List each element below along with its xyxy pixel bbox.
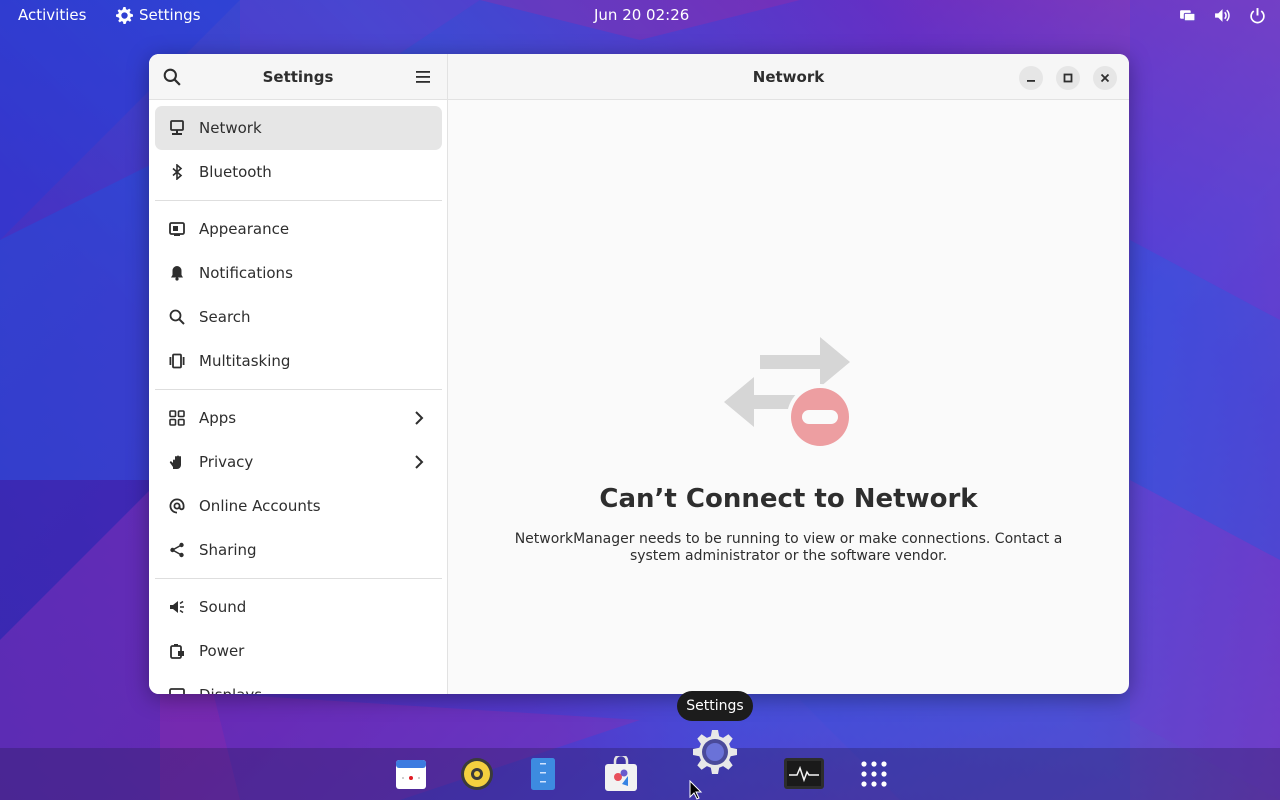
maximize-button[interactable]	[1056, 66, 1080, 90]
sidebar-item-notifications[interactable]: Notifications	[155, 251, 442, 295]
dock-tooltip: Settings	[677, 691, 753, 721]
display-icon	[169, 687, 185, 694]
sidebar-item-bluetooth[interactable]: Bluetooth	[155, 150, 442, 194]
hamburger-menu-icon[interactable]	[415, 69, 431, 85]
sidebar-item-search[interactable]: Search	[155, 295, 442, 339]
sidebar: Settings Network Bluetooth Appearance No…	[149, 54, 448, 694]
top-bar: Activities Settings Jun 20 02:26	[0, 0, 1280, 32]
sidebar-title: Settings	[262, 68, 334, 86]
appearance-icon	[169, 221, 185, 237]
network-disconnected-icon	[724, 337, 853, 450]
sidebar-item-sharing[interactable]: Sharing	[155, 528, 442, 572]
sidebar-item-label: Notifications	[199, 264, 293, 282]
content-header: Network	[448, 54, 1129, 100]
sidebar-item-label: Appearance	[199, 220, 290, 238]
sidebar-item-label: Sharing	[199, 541, 257, 559]
sidebar-item-displays[interactable]: Displays	[155, 673, 442, 694]
hand-icon	[169, 454, 185, 470]
sidebar-item-label: Sound	[199, 598, 247, 616]
sidebar-item-label: Search	[199, 308, 251, 326]
sidebar-item-label: Bluetooth	[199, 163, 272, 181]
power-icon	[1250, 8, 1265, 24]
settings-window: Settings Network Bluetooth Appearance No…	[149, 54, 1129, 694]
status-description: NetworkManager needs to be running to vi…	[514, 531, 1063, 564]
software-app-icon[interactable]	[603, 756, 639, 792]
sidebar-separator	[155, 578, 442, 579]
app-name-label: Settings	[139, 6, 201, 24]
settings-app-icon[interactable]	[685, 722, 745, 782]
apps-grid-icon	[169, 410, 185, 426]
dock	[0, 748, 1280, 800]
sidebar-header: Settings	[149, 54, 447, 100]
sidebar-list: Network Bluetooth Appearance Notificatio…	[155, 106, 442, 694]
sidebar-separator	[155, 200, 442, 201]
sidebar-item-online-accounts[interactable]: Online Accounts	[155, 484, 442, 528]
search-icon	[169, 309, 185, 325]
sidebar-item-privacy[interactable]: Privacy	[155, 440, 442, 484]
app-menu-button[interactable]: Settings	[116, 6, 201, 24]
chevron-right-icon	[415, 455, 424, 469]
battery-icon	[169, 643, 185, 659]
sidebar-item-apps[interactable]: Apps	[155, 396, 442, 440]
sidebar-separator	[155, 389, 442, 390]
volume-icon	[1215, 9, 1230, 22]
mouse-cursor-icon	[689, 780, 703, 800]
sidebar-item-label: Privacy	[199, 453, 254, 471]
sidebar-item-label: Multitasking	[199, 352, 291, 370]
rhythmbox-app-icon[interactable]	[459, 756, 495, 792]
clock[interactable]: Jun 20 02:26	[594, 6, 689, 24]
status-title: Can’t Connect to Network	[599, 484, 978, 514]
minimize-button[interactable]	[1019, 66, 1043, 90]
activities-button[interactable]: Activities	[18, 6, 86, 24]
network-icon	[1180, 10, 1196, 22]
speaker-icon	[169, 599, 185, 615]
chevron-right-icon	[415, 411, 424, 425]
multitasking-icon	[169, 353, 185, 369]
maximize-icon	[1063, 73, 1073, 83]
system-tray[interactable]	[1179, 7, 1266, 24]
at-sign-icon	[169, 498, 185, 514]
sidebar-item-label: Online Accounts	[199, 497, 321, 515]
sidebar-item-label: Displays	[199, 686, 262, 694]
network-wired-icon	[169, 120, 185, 136]
sidebar-item-label: Network	[199, 119, 262, 137]
show-apps-grid-icon[interactable]	[856, 756, 892, 792]
gear-icon	[116, 6, 133, 24]
close-icon	[1100, 73, 1110, 83]
system-monitor-app-icon[interactable]	[783, 756, 825, 792]
bluetooth-icon	[169, 164, 185, 180]
sidebar-item-network[interactable]: Network	[155, 106, 442, 150]
network-content: Can’t Connect to Network NetworkManager …	[448, 100, 1129, 694]
minimize-icon	[1027, 80, 1035, 82]
sidebar-item-power[interactable]: Power	[155, 629, 442, 673]
calendar-app-icon[interactable]	[393, 756, 429, 792]
text-editor-app-icon[interactable]	[525, 756, 561, 792]
sidebar-item-appearance[interactable]: Appearance	[155, 207, 442, 251]
sidebar-item-label: Power	[199, 642, 245, 660]
sidebar-item-label: Apps	[199, 409, 237, 427]
close-button[interactable]	[1093, 66, 1117, 90]
bell-icon	[169, 265, 185, 281]
sidebar-item-sound[interactable]: Sound	[155, 585, 442, 629]
sidebar-item-multitasking[interactable]: Multitasking	[155, 339, 442, 383]
share-icon	[169, 542, 185, 558]
